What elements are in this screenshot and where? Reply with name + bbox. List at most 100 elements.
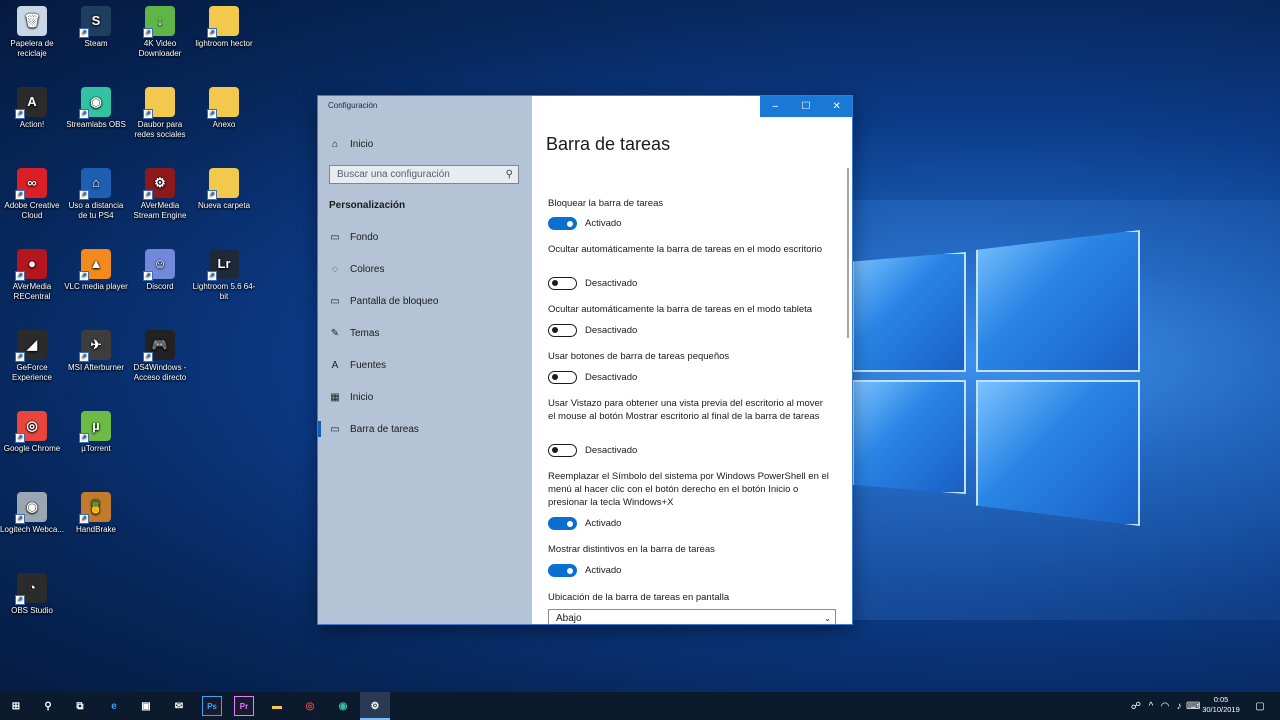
desktop-icon[interactable]: A ↗ Action! [0, 87, 64, 130]
desktop-icon[interactable]: ∞ ↗ Adobe Creative Cloud [0, 168, 64, 221]
desktop-icon-label: OBS Studio [11, 606, 53, 615]
desktop-icon[interactable]: ⌂ ↗ Uso a distancia de tu PS4 [64, 168, 128, 221]
toggle-switch[interactable] [548, 517, 577, 530]
desktop-icon[interactable]: ◢ ↗ GeForce Experience [0, 330, 64, 383]
desktop-icon-label: Google Chrome [3, 444, 61, 453]
toggle-switch[interactable] [548, 217, 577, 230]
desktop-icon-label: Adobe Creative Cloud [4, 201, 60, 220]
shortcut-arrow-icon: ↗ [79, 352, 89, 362]
shortcut-arrow-icon: ↗ [207, 271, 217, 281]
search-icon[interactable]: ⚲ [38, 696, 58, 716]
avermedia-engine-icon: ⚙ ↗ [143, 168, 175, 200]
desktop-icon[interactable]: S ↗ Steam [64, 6, 128, 49]
window-title: Configuración [328, 101, 378, 110]
shortcut-arrow-icon: ↗ [79, 109, 89, 119]
desktop-icon[interactable]: ↗ lightroom hector [192, 6, 256, 49]
toggle-switch[interactable] [548, 324, 577, 337]
start-icon: ▦ [330, 391, 340, 403]
sidebar-item[interactable]: ◌ Colores [318, 255, 532, 283]
toggle-switch[interactable] [548, 564, 577, 577]
chevron-up-icon[interactable]: ^ [1144, 701, 1158, 712]
desktop-icon[interactable]: ◉ ↗ Streamlabs OBS [64, 87, 128, 130]
sidebar-item[interactable]: ▭ Pantalla de bloqueo [318, 287, 532, 315]
desktop-icon[interactable]: ↗ Nueva carpeta [192, 168, 256, 211]
page-title: Barra de tareas [546, 134, 671, 154]
desktop-icon-label: VLC media player [64, 282, 128, 291]
streamlabs-icon[interactable]: ◉ [333, 696, 353, 716]
setting-label: Usar botones de barra de tareas pequeños [548, 351, 730, 362]
setting-label: Usar Vistazo para obtener una vista prev… [548, 398, 823, 422]
sidebar-item[interactable]: ▦ Inicio [318, 383, 532, 411]
desktop-icon[interactable]: µ ↗ µTorrent [64, 411, 128, 454]
sidebar-item[interactable]: ▭ Barra de tareas [318, 415, 532, 443]
sidebar-item-label: Fuentes [350, 359, 387, 371]
desktop-icon[interactable]: 🗑 Papelera de reciclaje [0, 6, 64, 59]
desktop-icon[interactable]: ◔ ↗ OBS Studio [0, 573, 64, 616]
toggle-switch[interactable] [548, 444, 577, 457]
shortcut-arrow-icon: ↗ [79, 271, 89, 281]
desktop-icon[interactable]: ↓ ↗ 4K Video Downloader [128, 6, 192, 59]
setting-label: Bloquear la barra de tareas [548, 198, 664, 209]
toggle-switch[interactable] [548, 371, 577, 384]
creative-cloud-icon: ∞ ↗ [15, 168, 47, 200]
desktop-icon[interactable]: Lr ↗ Lightroom 5.6 64-bit [192, 249, 256, 302]
task-view-icon[interactable]: ⧉ [70, 696, 90, 716]
chrome-icon: ◎ ↗ [15, 411, 47, 443]
sidebar-item[interactable]: A Fuentes [318, 351, 532, 379]
sidebar-item[interactable]: ▭ Fondo [318, 223, 532, 251]
notifications-icon[interactable]: ▢ [1250, 692, 1270, 720]
desktop-icon[interactable]: 🎮 ↗ DS4Windows - Acceso directo [128, 330, 192, 383]
desktop-icon[interactable]: ↗ Daubor para redes sociales [128, 87, 192, 140]
premiere-icon[interactable]: Pr [234, 696, 254, 716]
setting-toggle-row: Desactivado [548, 371, 637, 384]
start-button[interactable]: ⊞ [6, 696, 26, 716]
desktop-icon[interactable]: ◉ ↗ Logitech Webca... [0, 492, 64, 535]
settings-icon[interactable]: ⚙ [365, 696, 385, 716]
close-button[interactable]: ✕ [821, 96, 852, 117]
sidebar-item[interactable]: ✎ Temas [318, 319, 532, 347]
photoshop-icon[interactable]: Ps [202, 696, 222, 716]
nav-home[interactable]: ⌂ Inicio [318, 130, 532, 158]
avermedia-recentral-icon: ● ↗ [15, 249, 47, 281]
mail-icon[interactable]: ✉ [169, 696, 189, 716]
desktop-icon[interactable]: ⚙ ↗ AVerMedia Stream Engine [128, 168, 192, 221]
desktop-icon[interactable]: ▲ ↗ VLC media player [64, 249, 128, 292]
taskbar-location-select[interactable]: Abajo ⌄ [548, 609, 836, 624]
chrome-icon[interactable]: ◎ [300, 696, 320, 716]
toggle-switch[interactable] [548, 277, 577, 290]
shortcut-arrow-icon: ↗ [15, 514, 25, 524]
maximize-button[interactable]: ☐ [791, 96, 822, 117]
minimize-button[interactable]: – [760, 96, 791, 117]
desktop-icon[interactable]: ● ↗ AVerMedia RECentral [0, 249, 64, 302]
desktop-icon[interactable]: ✈ ↗ MSI Afterburner [64, 330, 128, 373]
clock[interactable]: 0:05 30/10/2019 [1197, 695, 1245, 715]
setting-toggle-row: Activado [548, 564, 621, 577]
scrollbar[interactable] [847, 168, 849, 338]
desktop-icon[interactable]: 🍍 ↗ HandBrake [64, 492, 128, 535]
desktop-icon-label: AVerMedia RECentral [12, 282, 52, 301]
location-label: Ubicación de la barra de tareas en panta… [548, 592, 730, 603]
search-input[interactable]: Buscar una configuración ⚲ [329, 165, 519, 184]
desktop-icon[interactable]: ☺ ↗ Discord [128, 249, 192, 292]
file-explorer-icon[interactable]: ▬ [267, 696, 287, 716]
shortcut-arrow-icon: ↗ [143, 352, 153, 362]
shortcut-arrow-icon: ↗ [15, 433, 25, 443]
people-icon[interactable]: ☍ [1128, 701, 1144, 712]
desktop-icon[interactable]: ↗ Anexo [192, 87, 256, 130]
shortcut-arrow-icon: ↗ [15, 109, 25, 119]
vlc-icon: ▲ ↗ [79, 249, 111, 281]
desktop-icon[interactable]: ◎ ↗ Google Chrome [0, 411, 64, 454]
wifi-icon[interactable]: ◠ [1158, 701, 1172, 712]
desktop-icon-label: Papelera de reciclaje [10, 39, 54, 58]
shortcut-arrow-icon: ↗ [143, 28, 153, 38]
toggle-state-label: Activado [585, 218, 622, 229]
volume-icon[interactable]: ♪ [1172, 701, 1186, 712]
taskbar-icon: ▭ [330, 423, 340, 435]
search-placeholder: Buscar una configuración [337, 169, 450, 180]
edge-icon[interactable]: e [104, 696, 124, 716]
desktop-icon-label: Streamlabs OBS [66, 120, 126, 129]
search-icon: ⚲ [505, 169, 513, 180]
store-icon[interactable]: ▣ [136, 696, 156, 716]
desktop-icon-label: Steam [84, 39, 108, 48]
action-icon: A ↗ [15, 87, 47, 119]
